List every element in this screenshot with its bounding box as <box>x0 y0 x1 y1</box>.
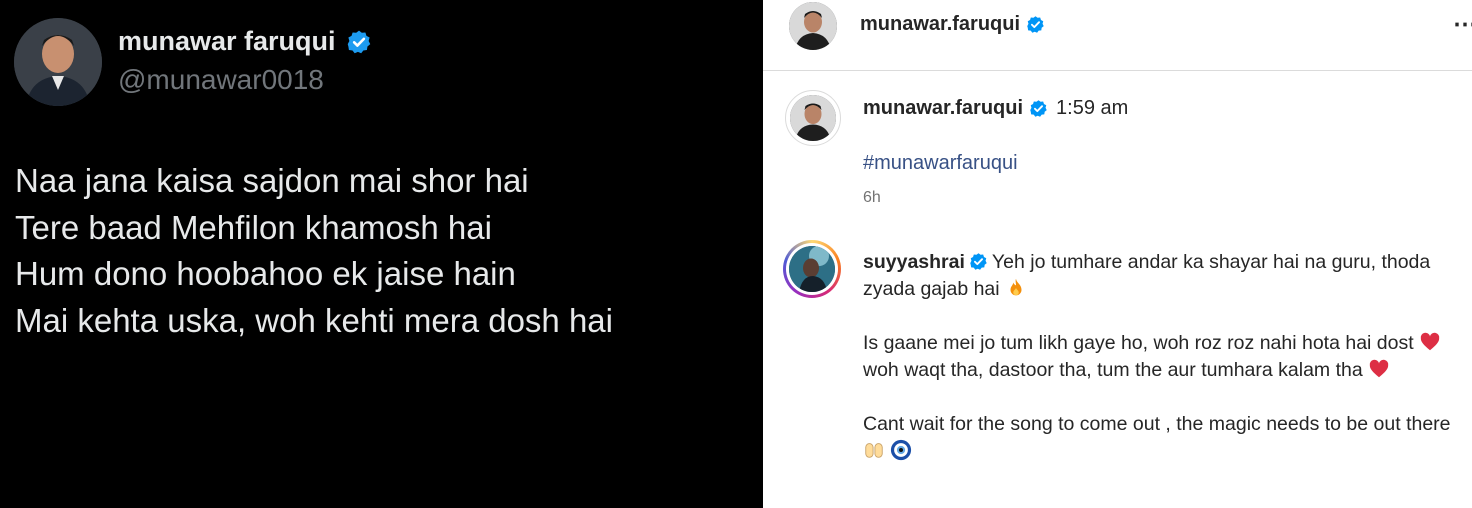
caption-header: munawar.faruqui 1:59 am <box>863 97 1128 120</box>
profile-photo-icon <box>790 95 836 141</box>
caption-username[interactable]: munawar.faruqui <box>863 97 1023 120</box>
tweet-card: munawar faruqui @munawar0018 Naa jana ka… <box>0 0 763 508</box>
red-heart-emoji-icon <box>1420 332 1440 351</box>
verified-badge-icon <box>970 253 987 270</box>
profile-photo-icon <box>14 18 102 106</box>
header-username-row: munawar.faruqui <box>860 13 1045 36</box>
comment-text: Is gaane mei jo tum likh gaye ho, woh ro… <box>863 332 1414 354</box>
comment-paragraph: Is gaane mei jo tum likh gaye ho, woh ro… <box>863 330 1463 384</box>
comment-paragraph: suyyashrai Yeh jo tumhare andar ka shayar… <box>863 249 1463 303</box>
profile-photo-icon <box>789 246 835 292</box>
profile-photo-icon <box>789 2 837 50</box>
red-heart-emoji-icon <box>1369 359 1389 378</box>
caption-time: 1:59 am <box>1056 97 1129 119</box>
avatar[interactable] <box>789 2 837 50</box>
avatar[interactable] <box>14 18 102 106</box>
post-age[interactable]: 6h <box>863 189 881 207</box>
hashtag-link[interactable]: #munawarfaruqui <box>863 152 1018 175</box>
avatar[interactable] <box>785 90 841 146</box>
display-name[interactable]: munawar faruqui <box>118 26 336 57</box>
story-ring-avatar[interactable] <box>783 240 841 298</box>
post-header: munawar.faruqui ⋯ <box>763 0 1472 71</box>
verified-badge-icon <box>347 30 370 53</box>
tweet-line: Hum dono hoobahoo ek jaise hain <box>15 255 516 292</box>
tweet-line: Mai kehta uska, woh kehti mera dosh hai <box>15 301 613 339</box>
more-options-icon[interactable]: ⋯ <box>1453 10 1472 39</box>
header-username[interactable]: munawar.faruqui <box>860 13 1020 36</box>
comment-username[interactable]: suyyashrai <box>863 251 965 273</box>
author-name-row: munawar faruqui <box>118 26 372 57</box>
comment-text: woh waqt tha, dastoor tha, tum the aur t… <box>863 359 1363 381</box>
fire-emoji-icon <box>1010 278 1022 296</box>
instagram-post-panel: munawar.faruqui ⋯ munawar.faruqui 1:59 a… <box>763 0 1472 508</box>
tweet-line: Tere baad Mehfilon khamosh hai <box>15 208 492 246</box>
tweet-text: Naa jana kaisa sajdon mai shor hai Tere … <box>15 158 613 344</box>
nazar-amulet-emoji-icon <box>891 439 912 461</box>
open-hands-emoji-icon <box>865 443 883 458</box>
verified-badge-icon <box>1030 100 1047 117</box>
author-handle[interactable]: @munawar0018 <box>118 64 324 96</box>
comment-body: suyyashrai Yeh jo tumhare andar ka shayar… <box>863 249 1463 492</box>
verified-badge-icon <box>1027 16 1044 33</box>
comment-paragraph: Cant wait for the song to come out , the… <box>863 411 1463 465</box>
comment-text: Cant wait for the song to come out , the… <box>863 413 1451 435</box>
tweet-line: Naa jana kaisa sajdon mai shor hai <box>15 162 529 199</box>
